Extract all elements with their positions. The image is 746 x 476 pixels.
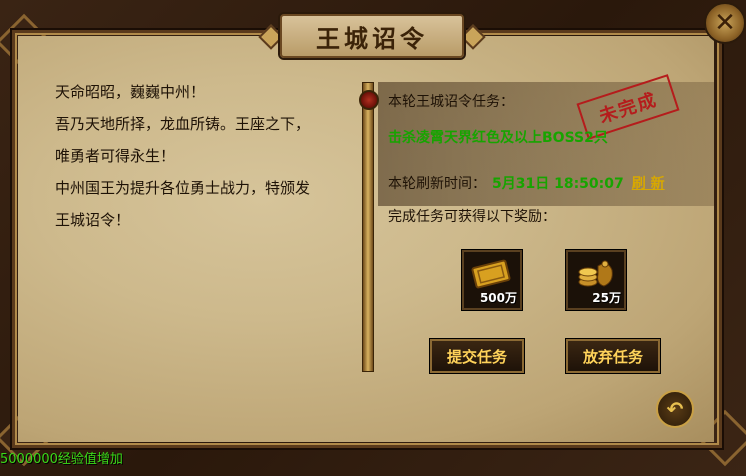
reward-amount: 25万 <box>592 291 621 305</box>
quest-window: 王城诏令 ✕ 天命昭昭，巍巍中州！ 吾乃天地所择，龙血所铸。王座之下， 唯勇者可… <box>0 0 746 476</box>
close-button[interactable]: ✕ <box>704 2 746 44</box>
abandon-task-button[interactable]: 放弃任务 <box>566 339 660 373</box>
intro-line: 吾乃天地所择，龙血所铸。王座之下， <box>55 115 311 133</box>
refresh-link[interactable]: 刷 新 <box>632 176 665 192</box>
window-title: 王城诏令 <box>316 23 428 53</box>
scroll-rod <box>362 82 374 372</box>
reward-slot-exp[interactable]: 500万 <box>462 250 522 310</box>
intro-line: 唯勇者可得永生！ <box>55 147 176 165</box>
back-button[interactable]: ↶ <box>656 390 694 428</box>
task-label: 本轮王城诏令任务： <box>388 94 514 110</box>
submit-task-button[interactable]: 提交任务 <box>430 339 524 373</box>
exp-ticket-icon <box>471 259 511 289</box>
reward-amount: 500万 <box>479 291 517 305</box>
gold-coins-icon <box>578 260 613 287</box>
back-arrow-icon: ↶ <box>666 397 684 421</box>
refresh-time: 5月31日 18:50:07 <box>492 176 624 192</box>
close-icon: ✕ <box>714 8 736 38</box>
intro-line: 王城诏令！ <box>55 211 131 229</box>
scroll-rod-knob <box>359 90 379 110</box>
refresh-line: 本轮刷新时间： 5月31日 18:50:07 刷 新 <box>388 173 665 193</box>
refresh-label: 本轮刷新时间： <box>388 176 486 192</box>
intro-line: 天命昭昭，巍巍中州！ <box>55 83 206 101</box>
intro-line: 中州国王为提升各位勇士战力，特颁发 <box>55 179 311 197</box>
title-banner: 王城诏令 <box>280 14 464 58</box>
exp-gain-message: 5000000经验值增加 <box>0 452 123 467</box>
reward-slot-gold[interactable]: 25万 <box>566 250 626 310</box>
reward-label: 完成任务可获得以下奖励： <box>388 209 556 225</box>
task-description: 击杀凌霄天界红色及以上BOSS2只 <box>388 130 608 146</box>
intro-text: 天命昭昭，巍巍中州！ 吾乃天地所择，龙血所铸。王座之下， 唯勇者可得永生！ 中州… <box>55 76 355 236</box>
